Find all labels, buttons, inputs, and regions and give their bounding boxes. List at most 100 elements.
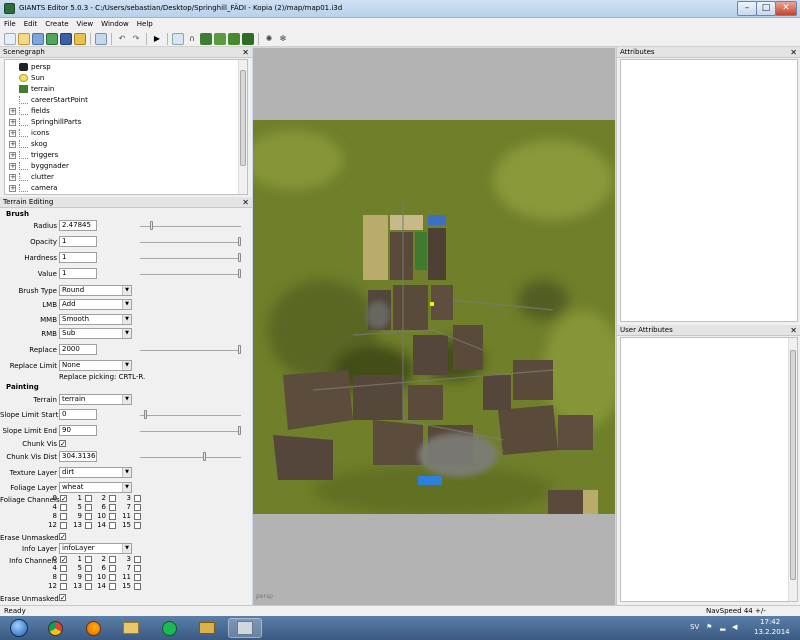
firefox-icon[interactable]	[76, 618, 110, 638]
archive-icon[interactable]	[190, 618, 224, 638]
info-layer-select[interactable]: infoLayer ▼	[59, 543, 132, 554]
slope-limit-start-slider-track[interactable]	[140, 415, 241, 416]
import-icon[interactable]	[32, 32, 44, 45]
terrain-paint-icon[interactable]	[214, 32, 226, 45]
foliage-channel-checkbox[interactable]: ✓	[60, 495, 67, 503]
foliage-layer-select[interactable]: wheat ▼	[59, 482, 132, 493]
save-as-icon[interactable]	[74, 32, 86, 45]
tree-item-triggers[interactable]: triggers	[19, 150, 58, 161]
replace-slider-track[interactable]	[140, 350, 241, 351]
info-channel-checkbox[interactable]	[134, 583, 141, 590]
menu-file[interactable]: File	[0, 18, 20, 31]
tree-item-skog[interactable]: skog	[19, 139, 47, 150]
expand-camera-icon[interactable]: +	[9, 185, 16, 192]
foliage-channel-checkbox[interactable]	[134, 495, 141, 502]
texture-layer-select[interactable]: dirt ▼	[59, 467, 132, 478]
new-file-icon[interactable]	[4, 32, 16, 45]
tree-item-byggnader[interactable]: byggnader	[19, 161, 69, 172]
expand-skog-icon[interactable]: +	[9, 141, 16, 148]
foliage-channel-checkbox[interactable]	[134, 522, 141, 529]
info-channel-checkbox[interactable]	[109, 565, 116, 572]
foliage-channel-checkbox[interactable]	[109, 495, 116, 502]
chunk-vis-dist-slider-handle[interactable]	[203, 452, 206, 461]
info-channel-checkbox[interactable]	[85, 556, 92, 563]
chunk-vis-checkbox[interactable]: ✓	[59, 440, 66, 448]
lmb-select[interactable]: Add ▼	[59, 299, 132, 310]
tray-flag-icon[interactable]: ⚑	[706, 623, 712, 631]
settings-gear-icon[interactable]: ✺	[263, 33, 275, 45]
slope-limit-end-input[interactable]: 90	[59, 425, 97, 436]
tray-network-icon[interactable]: ▂	[720, 623, 725, 631]
user-attributes-scroll-thumb[interactable]	[790, 350, 796, 580]
foliage-channel-checkbox[interactable]	[134, 513, 141, 520]
tree-item-camera[interactable]: camera	[19, 183, 57, 194]
info-channel-checkbox[interactable]	[109, 574, 116, 581]
opacity-slider-track[interactable]	[140, 242, 241, 243]
tree-item-fields[interactable]: fields	[19, 106, 50, 117]
3d-viewport[interactable]: persp	[253, 48, 615, 605]
foliage-channel-checkbox[interactable]	[85, 504, 92, 511]
info-channel-checkbox[interactable]	[134, 565, 141, 572]
expand-springhillparts-icon[interactable]: +	[9, 119, 16, 126]
expand-icons-icon[interactable]: +	[9, 130, 16, 137]
slope-limit-start-input[interactable]: 0	[59, 409, 97, 420]
start-orb-icon[interactable]	[2, 618, 36, 638]
expand-byggnader-icon[interactable]: +	[9, 163, 16, 170]
spotify-icon[interactable]	[152, 618, 186, 638]
info-channel-checkbox[interactable]	[85, 574, 92, 581]
close-window-button[interactable]: ✕	[775, 1, 797, 16]
info-channel-checkbox[interactable]	[109, 556, 116, 563]
slope-limit-end-slider-handle[interactable]	[238, 426, 241, 435]
foliage-channel-checkbox[interactable]	[60, 504, 67, 511]
chunk-vis-dist-input[interactable]: 304.31366	[59, 451, 97, 462]
tree-item-persp[interactable]: persp	[19, 62, 51, 73]
minimize-button[interactable]: –	[737, 1, 757, 16]
user-attributes-scrollbar[interactable]	[788, 338, 797, 601]
value-input[interactable]: 1	[59, 268, 97, 279]
info-channel-checkbox[interactable]	[109, 583, 116, 590]
value-slider-handle[interactable]	[238, 269, 241, 278]
expand-fields-icon[interactable]: +	[9, 108, 16, 115]
scenegraph-scroll-thumb[interactable]	[240, 70, 246, 166]
tree-item-icons[interactable]: icons	[19, 128, 49, 139]
info-channel-checkbox[interactable]	[134, 574, 141, 581]
play-icon[interactable]: ▶	[151, 33, 163, 45]
grass-paint-icon[interactable]	[242, 32, 254, 45]
menu-edit[interactable]: Edit	[20, 18, 42, 31]
tray-volume-icon[interactable]: ◀	[732, 623, 737, 631]
close-scenegraph-icon[interactable]: ✕	[242, 47, 249, 58]
scenegraph-tree[interactable]: persp Sun terrain careerStartPoint + fie…	[4, 59, 248, 195]
info-channel-checkbox[interactable]: ✓	[60, 556, 67, 564]
chrome-icon[interactable]	[38, 618, 72, 638]
explorer-icon[interactable]	[114, 618, 148, 638]
tree-item-terrain[interactable]: terrain	[19, 84, 54, 95]
tree-item-springhillparts[interactable]: SpringhillParts	[19, 117, 81, 128]
radius-input[interactable]: 2.47845	[59, 220, 97, 231]
foliage-paint-icon[interactable]	[228, 32, 240, 45]
refresh-icon[interactable]	[46, 32, 58, 45]
foliage-channel-checkbox[interactable]	[109, 513, 116, 520]
opacity-slider-handle[interactable]	[238, 237, 241, 246]
terrain-sculpt-icon[interactable]	[200, 32, 212, 45]
slope-limit-end-slider-track[interactable]	[140, 431, 241, 432]
radius-slider-handle[interactable]	[150, 221, 153, 230]
info-channel-checkbox[interactable]	[60, 574, 67, 581]
expand-triggers-icon[interactable]: +	[9, 152, 16, 159]
expand-clutter-icon[interactable]: +	[9, 174, 16, 181]
redo-icon[interactable]: ↷	[130, 33, 142, 45]
brush-type-select[interactable]: Round ▼	[59, 285, 132, 296]
tree-item-sun[interactable]: Sun	[19, 73, 44, 84]
foliage-channel-checkbox[interactable]	[60, 513, 67, 520]
close-terrain-editing-icon[interactable]: ✕	[242, 197, 249, 208]
hardness-slider-track[interactable]	[140, 258, 241, 259]
replace-input[interactable]: 2000	[59, 344, 97, 355]
terrain-select[interactable]: terrain ▼	[59, 394, 132, 405]
info-channel-checkbox[interactable]	[134, 556, 141, 563]
foliage-channel-checkbox[interactable]	[134, 504, 141, 511]
erase-unmasked-checkbox[interactable]: ✓	[59, 533, 66, 541]
move-tool-icon[interactable]: ∩	[186, 33, 198, 45]
menu-help[interactable]: Help	[133, 18, 157, 31]
menu-create[interactable]: Create	[41, 18, 72, 31]
erase-unmasked-info-checkbox[interactable]: ✓	[59, 594, 66, 602]
close-user-attributes-icon[interactable]: ✕	[790, 325, 797, 336]
